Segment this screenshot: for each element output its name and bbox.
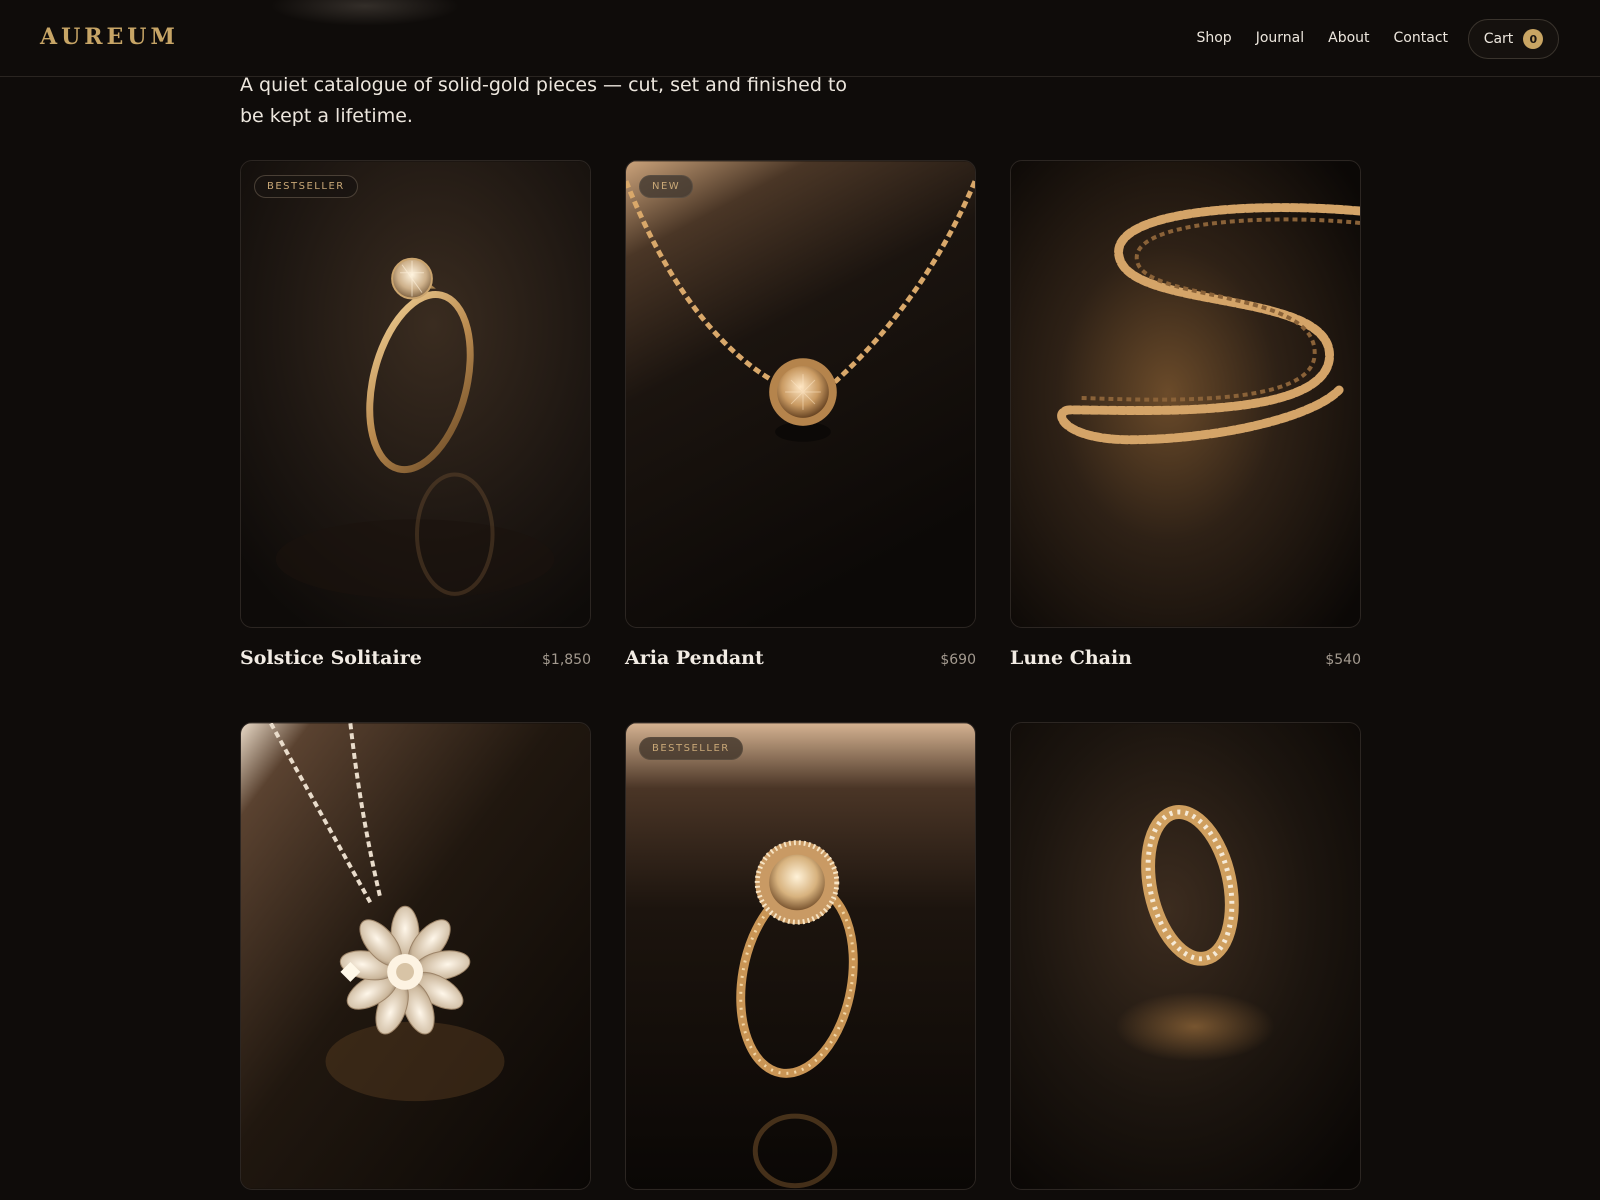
product-grid: BESTSELLER Solstice Solitaire $1,850 NEW… [240,160,1361,1190]
cart-button[interactable]: Cart 0 [1468,19,1559,59]
bestseller-badge: BESTSELLER [254,175,358,198]
eternity-band-icon [1011,723,1360,1189]
product-card[interactable]: NEW Aria Pendant $690 [625,160,976,669]
product-price: $540 [1325,652,1361,668]
product-name[interactable]: Lune Chain [1010,647,1132,669]
product-price: $1,850 [542,652,591,668]
product-card[interactable] [1010,722,1361,1190]
product-photo[interactable]: NEW [625,160,976,628]
nav-journal[interactable]: Journal [1256,30,1304,46]
product-card[interactable]: BESTSELLER [240,160,591,669]
product-meta: Solstice Solitaire $1,850 [240,647,591,669]
nav-shop[interactable]: Shop [1196,30,1231,46]
product-name[interactable]: Solstice Solitaire [240,647,422,669]
product-card[interactable]: Lune Chain $540 [1010,160,1361,669]
flower-pendant-icon [241,723,590,1189]
product-photo[interactable] [240,722,591,1190]
product-card[interactable] [240,722,591,1190]
nav-about[interactable]: About [1328,30,1369,46]
brand-logo[interactable]: AUREUM [40,24,179,50]
bestseller-badge: BESTSELLER [639,737,743,760]
product-photo[interactable] [1010,722,1361,1190]
curb-chain-icon [1011,161,1360,627]
cart-label: Cart [1483,31,1514,47]
product-name[interactable]: Aria Pendant [625,647,764,669]
product-photo[interactable]: BESTSELLER [625,722,976,1190]
site-header: AUREUM Shop Journal About Contact Cart 0 [0,0,1600,77]
product-meta: Lune Chain $540 [1010,647,1361,669]
cart-count-badge: 0 [1523,29,1544,49]
product-meta: Aria Pendant $690 [625,647,976,669]
product-card[interactable]: BESTSELLER [625,722,976,1190]
catalogue-intro: A quiet catalogue of solid-gold pieces —… [240,74,848,127]
product-photo[interactable]: BESTSELLER [240,160,591,628]
new-badge: NEW [639,175,694,198]
solitaire-ring-icon [241,161,590,627]
blurred-hero-fragment [270,0,460,26]
halo-ring-icon [626,723,975,1189]
product-price: $690 [940,652,976,668]
nav-contact[interactable]: Contact [1394,30,1448,46]
product-photo[interactable] [1010,160,1361,628]
bezel-pendant-icon [626,161,975,627]
main-nav: Shop Journal About Contact [1196,30,1448,46]
